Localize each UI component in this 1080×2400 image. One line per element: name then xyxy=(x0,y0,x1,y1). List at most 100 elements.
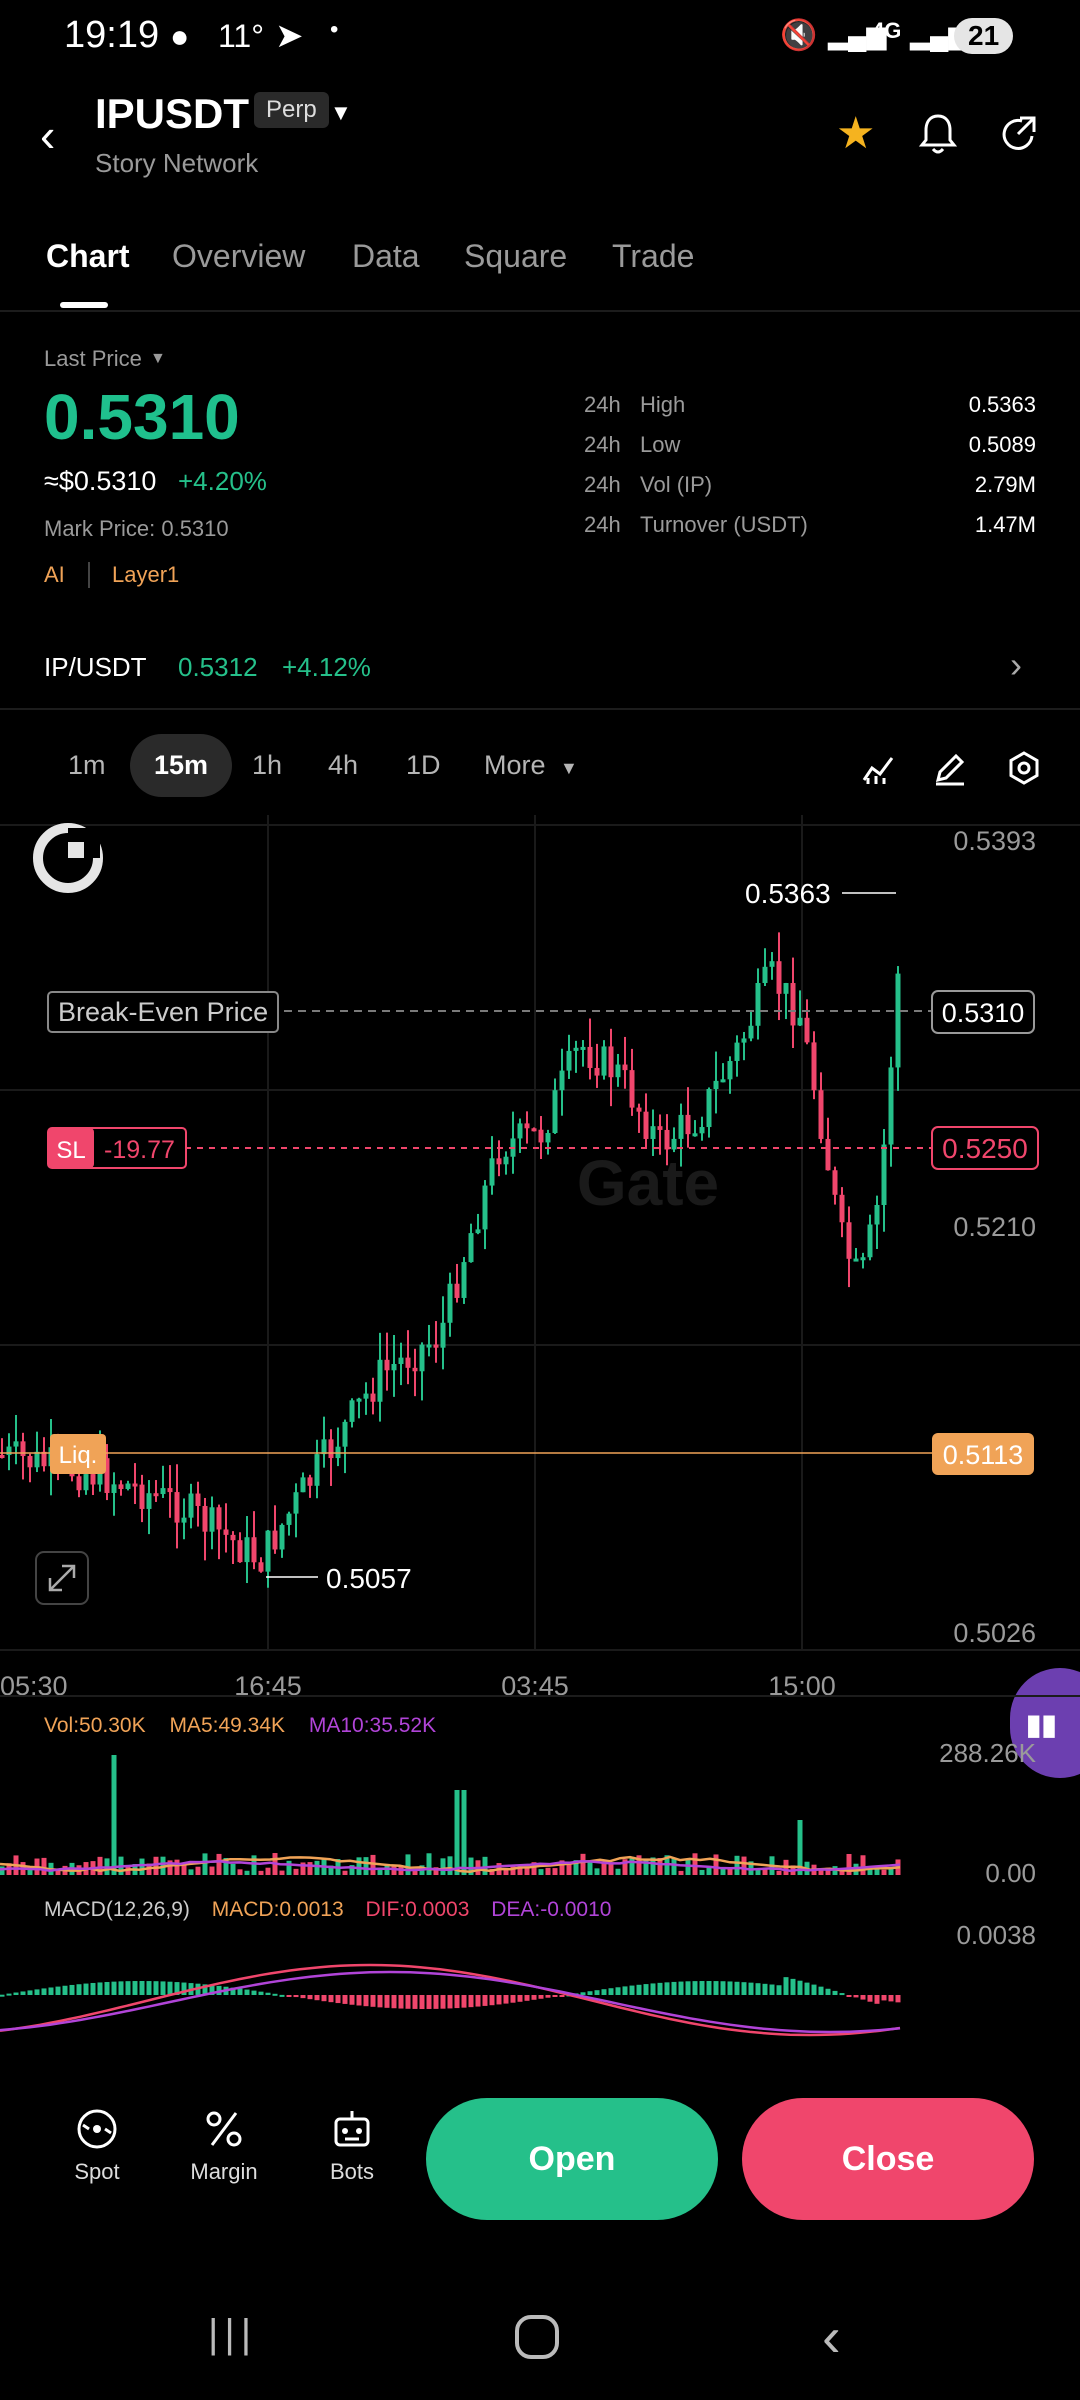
macd-bar xyxy=(76,1984,82,1995)
macd-bar xyxy=(825,1988,831,1995)
chevron-right-icon[interactable]: › xyxy=(1010,644,1022,686)
back-nav-icon[interactable]: ‹ xyxy=(822,2304,841,2369)
expand-icon xyxy=(48,1564,76,1592)
caret-down-icon[interactable]: ▼ xyxy=(150,350,166,368)
candle-body xyxy=(300,1477,306,1493)
candle-body xyxy=(853,1258,859,1262)
candle-body xyxy=(237,1540,243,1563)
tf-1h[interactable]: 1h xyxy=(252,750,282,781)
candle-body xyxy=(650,1126,656,1139)
recents-icon[interactable]: ||| xyxy=(208,2312,257,2357)
tag-layer1[interactable]: Layer1 xyxy=(112,562,179,588)
tab-trade[interactable]: Trade xyxy=(612,238,694,275)
tab-overview[interactable]: Overview xyxy=(172,238,305,275)
caret-down-icon[interactable]: ▼ xyxy=(560,758,578,779)
tf-1m[interactable]: 1m xyxy=(68,750,106,781)
margin-button[interactable]: Margin xyxy=(174,2105,274,2185)
candle-body xyxy=(811,1042,817,1091)
macd-bar xyxy=(251,1990,257,1995)
volume-bar xyxy=(405,1854,411,1875)
candle-body xyxy=(559,1070,565,1091)
macd-bar xyxy=(125,1981,131,1995)
volume-bar xyxy=(461,1790,467,1875)
share-icon[interactable] xyxy=(998,114,1038,154)
candle-body xyxy=(783,983,789,994)
last-price-label[interactable]: Last Price xyxy=(44,346,142,372)
candle-body xyxy=(83,1474,89,1491)
y-tick-mid: 0.5210 xyxy=(953,1212,1036,1242)
candle-body xyxy=(125,1483,131,1489)
tf-15m[interactable]: 15m xyxy=(130,734,233,797)
tag-ai[interactable]: AI xyxy=(44,562,65,588)
tab-square[interactable]: Square xyxy=(464,238,567,275)
macd-bar xyxy=(643,1984,649,1995)
candlestick-chart[interactable]: Gate Break-Even Price 0.5310 SL -19.77 0… xyxy=(0,815,1080,1715)
macd-bar xyxy=(678,1981,684,1995)
macd-bar xyxy=(237,1988,243,1995)
tf-4h[interactable]: 4h xyxy=(328,750,358,781)
volume-bar xyxy=(671,1858,677,1875)
open-button[interactable]: Open xyxy=(426,2098,718,2220)
status-bar: 19:19 ● 11° ➤ • 🔇 ▂▄▆ 4G ▂▄▆ 21 xyxy=(0,0,1080,80)
tf-1d[interactable]: 1D xyxy=(406,750,441,781)
tab-chart[interactable]: Chart xyxy=(46,238,130,275)
sl-value: 0.5250 xyxy=(942,1133,1028,1164)
liq-value: 0.5113 xyxy=(943,1440,1024,1470)
volume-bar xyxy=(307,1862,313,1875)
percent-icon xyxy=(206,2111,242,2147)
close-button[interactable]: Close xyxy=(742,2098,1034,2220)
macd-bar xyxy=(146,1981,152,1995)
macd-bar xyxy=(496,1995,502,2005)
settings-icon[interactable] xyxy=(1006,750,1042,786)
candle-body xyxy=(860,1257,866,1261)
macd-bar xyxy=(111,1981,117,1995)
candle-body xyxy=(818,1090,824,1139)
volume-bar xyxy=(594,1868,600,1875)
tab-data[interactable]: Data xyxy=(352,238,420,275)
telegram-icon: ➤ xyxy=(275,17,304,55)
home-icon[interactable] xyxy=(512,2312,562,2362)
candle-body xyxy=(608,1046,614,1078)
vol-max: 288.26K xyxy=(939,1738,1036,1768)
macd-bar xyxy=(727,1981,733,1995)
macd-bar xyxy=(0,1994,5,1997)
bell-icon[interactable] xyxy=(918,112,958,156)
volume-bar xyxy=(209,1866,215,1875)
candle-body xyxy=(664,1129,670,1150)
candle-body xyxy=(755,983,761,1026)
star-icon[interactable]: ★ xyxy=(836,108,875,159)
macd-bar xyxy=(860,1995,866,2000)
candle-body xyxy=(118,1484,124,1489)
chevron-down-icon[interactable]: ▼ xyxy=(330,100,352,126)
symbol-title[interactable]: IPUSDT xyxy=(95,90,249,138)
candle-body xyxy=(461,1262,467,1298)
candle-body xyxy=(307,1477,313,1486)
macd-bar xyxy=(839,1993,845,1996)
high-label: 0.5363 xyxy=(745,878,831,909)
macd-bar xyxy=(300,1995,306,1999)
macd-bar xyxy=(160,1981,166,1995)
candle-body xyxy=(615,1064,621,1078)
macd-bar xyxy=(524,1995,530,2001)
spot-button[interactable]: Spot xyxy=(47,2105,147,2185)
tf-more[interactable]: More xyxy=(484,750,546,781)
candle-body xyxy=(398,1357,404,1365)
candle-body xyxy=(405,1357,411,1368)
macd-bar xyxy=(615,1987,621,1995)
perp-badge[interactable]: Perp xyxy=(254,92,329,128)
pen-icon[interactable] xyxy=(932,750,968,786)
volume-bar xyxy=(41,1857,47,1875)
volume-bar xyxy=(195,1866,201,1875)
bots-button[interactable]: Bots xyxy=(302,2105,402,2185)
vol-min: 0.00 xyxy=(985,1858,1036,1888)
macd-bar xyxy=(398,1995,404,2009)
macd-bar xyxy=(797,1980,803,1995)
macd-bar xyxy=(559,1995,565,1997)
indicator-icon[interactable] xyxy=(860,750,896,786)
spot-pair-row[interactable]: IP/USDT 0.5312 +4.12% › xyxy=(0,630,1080,700)
candle-body xyxy=(699,1127,705,1134)
candle-body xyxy=(286,1513,292,1525)
back-icon[interactable]: ‹ xyxy=(40,108,55,162)
macd-bar xyxy=(349,1995,355,2005)
candle-body xyxy=(552,1090,558,1134)
